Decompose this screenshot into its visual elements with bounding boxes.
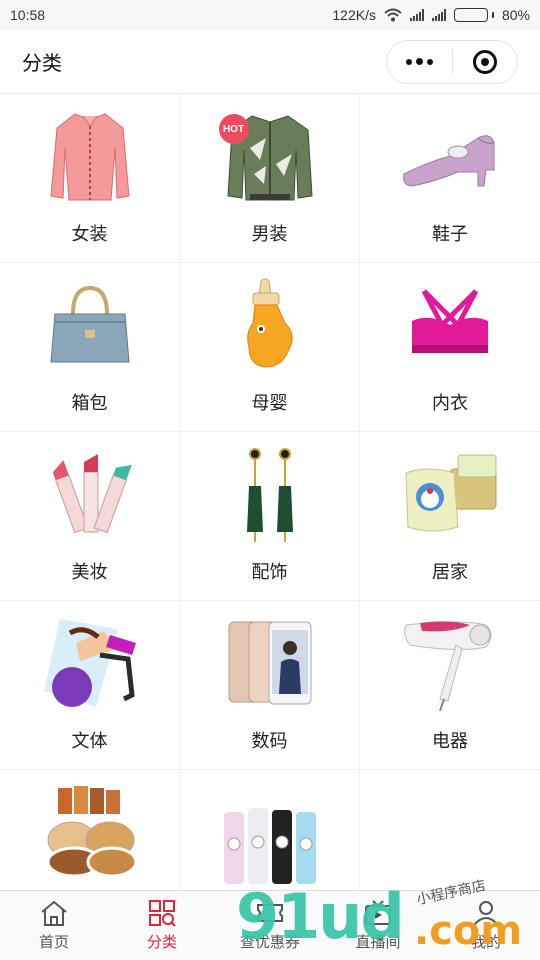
hair-dryer-icon (395, 615, 505, 711)
category-label: 居家 (432, 562, 468, 582)
tab-coupons[interactable]: 查优惠券 (216, 891, 324, 960)
handbag-icon (35, 277, 145, 373)
tab-label: 分类 (146, 934, 177, 951)
more-menu-button[interactable] (387, 58, 452, 65)
category-women-clothing[interactable]: 女装 (0, 94, 179, 262)
battery-icon (453, 8, 494, 22)
category-maternal-baby[interactable]: 母婴 (180, 263, 359, 431)
category-bottles[interactable] (180, 770, 359, 890)
category-label: 美妆 (71, 562, 108, 582)
category-grid: 女装 HOT 男装 鞋子 箱包 母婴 内衣 美妆 配饰 居家 文体 数码 电器 (0, 94, 540, 890)
category-appliances[interactable]: 电器 (360, 601, 540, 769)
miniprogram-capsule (386, 39, 518, 84)
hot-badge: HOT (218, 114, 249, 144)
tab-bar: 首页 分类 查优惠券 直播间 我的 (0, 890, 540, 960)
tab-label: 查优惠券 (239, 934, 300, 951)
category-home[interactable]: 居家 (360, 432, 540, 600)
close-miniprogram-button[interactable] (453, 49, 518, 74)
category-label: 数码 (251, 731, 288, 751)
coupon-icon (257, 904, 283, 922)
status-bar: 10:58 122K/s 80% (0, 0, 540, 30)
category-digital[interactable]: 数码 (180, 601, 359, 769)
nav-header: 分类 (0, 30, 540, 94)
blouse-icon (35, 108, 145, 204)
category-label: 箱包 (71, 393, 108, 413)
battery-percent: 80% (501, 7, 530, 23)
jacket-icon: HOT (215, 108, 325, 204)
category-men-clothing[interactable]: HOT 男装 (180, 94, 359, 262)
status-time: 10:58 (10, 7, 46, 23)
category-label: 电器 (432, 731, 468, 751)
wifi-icon (384, 8, 402, 22)
tab-live[interactable]: 直播间 (324, 891, 432, 960)
tab-label: 首页 (38, 934, 69, 951)
category-label: 文体 (71, 731, 108, 751)
empty-cell (360, 770, 540, 890)
lipstick-icon (35, 446, 145, 542)
category-grid-icon (149, 900, 176, 927)
category-label: 女装 (71, 224, 108, 244)
nuts-icon (35, 784, 145, 880)
smartphone-icon (215, 615, 325, 711)
signal-icon-2 (431, 9, 446, 21)
category-bags[interactable]: 箱包 (0, 263, 179, 431)
earrings-icon (215, 446, 325, 542)
tab-label: 我的 (470, 934, 501, 951)
live-tv-icon (365, 900, 391, 925)
category-accessories[interactable]: 配饰 (180, 432, 359, 600)
fitness-ball-icon (35, 615, 145, 711)
tab-mine[interactable]: 我的 (432, 891, 540, 960)
target-icon (472, 49, 497, 74)
tab-label: 直播间 (355, 934, 401, 951)
shoe-icon (395, 108, 505, 204)
home-icon (41, 900, 67, 926)
category-label: 男装 (251, 224, 288, 244)
pillow-icon (395, 446, 505, 542)
signal-icon (409, 9, 424, 21)
bra-icon (395, 277, 505, 373)
net-speed: 122K/s (332, 7, 376, 23)
category-shoes[interactable]: 鞋子 (360, 94, 540, 262)
user-icon (473, 901, 499, 926)
category-label: 母婴 (251, 393, 288, 413)
tab-home[interactable]: 首页 (0, 891, 108, 960)
category-label: 内衣 (432, 393, 468, 413)
category-label: 鞋子 (432, 224, 468, 244)
page-title: 分类 (22, 53, 62, 75)
category-sports[interactable]: 文体 (0, 601, 179, 769)
tab-category[interactable]: 分类 (108, 891, 216, 960)
category-label: 配饰 (251, 562, 288, 582)
bottles-icon (215, 798, 325, 890)
category-beauty[interactable]: 美妆 (0, 432, 179, 600)
category-underwear[interactable]: 内衣 (360, 263, 540, 431)
category-food[interactable] (0, 770, 179, 890)
baby-bottle-icon (215, 277, 325, 373)
